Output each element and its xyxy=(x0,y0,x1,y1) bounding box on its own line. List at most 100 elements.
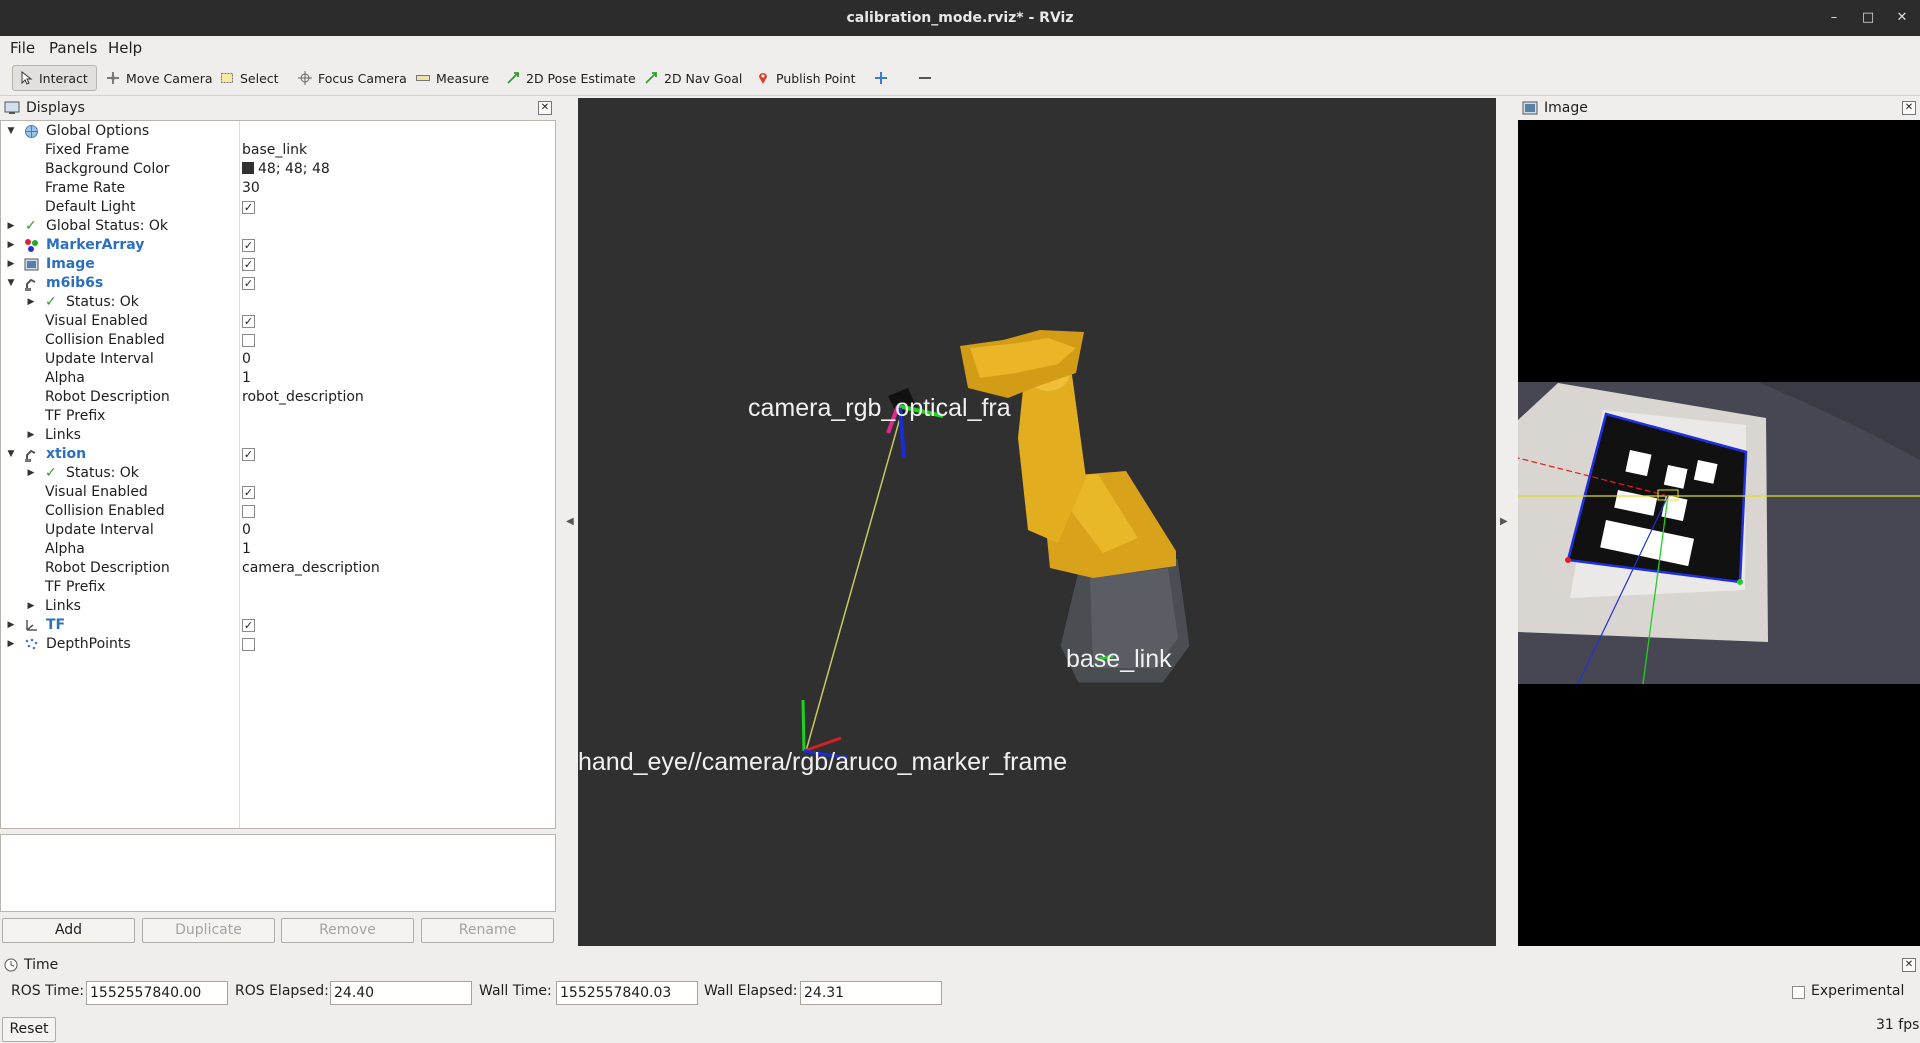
expand-arrow-icon[interactable]: ▶ xyxy=(6,236,16,255)
pose-estimate-tool[interactable]: 2D Pose Estimate xyxy=(500,65,644,91)
tree-item-robot2-collision[interactable]: Collision Enabled xyxy=(1,502,555,521)
add-tool-button[interactable] xyxy=(868,65,896,91)
measure-tool[interactable]: Measure xyxy=(410,65,497,91)
robot-m6ib6s-checkbox[interactable]: ✓ xyxy=(242,277,255,290)
close-panel-icon[interactable]: ✕ xyxy=(1902,958,1916,972)
tree-item-robot-xtion[interactable]: ▼ xtion ✓ xyxy=(1,445,555,464)
tree-item-tf[interactable]: ▶ TF ✓ xyxy=(1,616,555,635)
expand-arrow-icon[interactable]: ▶ xyxy=(26,426,36,445)
tree-item-global-options[interactable]: ▼ Global Options xyxy=(1,122,555,141)
nav-goal-tool[interactable]: 2D Nav Goal xyxy=(638,65,750,91)
experimental-checkbox[interactable] xyxy=(1792,986,1805,999)
maximize-icon[interactable]: □ xyxy=(1852,0,1884,36)
ros-time-field[interactable]: 1552557840.00 xyxy=(86,981,228,1005)
update-interval-value[interactable]: 0 xyxy=(242,350,251,369)
tree-item-robot-m6ib6s[interactable]: ▼ m6ib6s ✓ xyxy=(1,274,555,293)
marker-array-icon xyxy=(25,239,38,252)
alpha-value[interactable]: 1 xyxy=(242,540,251,559)
close-panel-icon[interactable]: ✕ xyxy=(1902,101,1916,115)
minimize-icon[interactable]: – xyxy=(1818,0,1850,36)
default-light-checkbox[interactable]: ✓ xyxy=(242,201,255,214)
expand-arrow-icon[interactable]: ▼ xyxy=(6,274,16,293)
menu-file[interactable]: File xyxy=(10,39,35,57)
remove-button[interactable]: Remove xyxy=(281,918,414,943)
tree-item-robot1-alpha[interactable]: Alpha 1 xyxy=(1,369,555,388)
expand-arrow-icon[interactable]: ▶ xyxy=(6,255,16,274)
collision-enabled-checkbox[interactable] xyxy=(242,334,255,347)
collision-enabled-checkbox[interactable] xyxy=(242,505,255,518)
collapse-right-icon[interactable]: ▶ xyxy=(1500,516,1508,527)
expand-arrow-icon[interactable]: ▶ xyxy=(26,293,36,312)
menu-panels[interactable]: Panels xyxy=(49,39,97,57)
tree-item-marker-array[interactable]: ▶ MarkerArray ✓ xyxy=(1,236,555,255)
menu-help[interactable]: Help xyxy=(108,39,142,57)
collapse-left-icon[interactable]: ◀ xyxy=(566,516,574,527)
duplicate-button[interactable]: Duplicate xyxy=(142,918,275,943)
tree-item-robot2-update-interval[interactable]: Update Interval 0 xyxy=(1,521,555,540)
tree-item-robot1-links[interactable]: ▶ Links xyxy=(1,426,555,445)
tree-item-robot2-tf-prefix[interactable]: TF Prefix xyxy=(1,578,555,597)
tree-item-robot1-status[interactable]: ▶ ✓ Status: Ok xyxy=(1,293,555,312)
add-button[interactable]: Add xyxy=(2,918,135,943)
background-color-value[interactable]: 48; 48; 48 xyxy=(242,160,330,179)
fixed-frame-value[interactable]: base_link xyxy=(242,141,307,160)
tf-checkbox[interactable]: ✓ xyxy=(242,619,255,632)
interact-tool[interactable]: Interact xyxy=(12,65,97,91)
close-icon[interactable]: ✕ xyxy=(1886,0,1918,36)
tree-item-fixed-frame[interactable]: Fixed Frame base_link xyxy=(1,141,555,160)
expand-arrow-icon[interactable]: ▶ xyxy=(26,464,36,483)
minus-icon xyxy=(919,77,931,79)
tree-item-robot1-visual[interactable]: Visual Enabled ✓ xyxy=(1,312,555,331)
robot-xtion-checkbox[interactable]: ✓ xyxy=(242,448,255,461)
3d-view[interactable]: camera_rgb_optical_fra base_link hand_ey… xyxy=(578,98,1496,946)
reset-button[interactable]: Reset xyxy=(2,1017,56,1042)
expand-arrow-icon[interactable]: ▼ xyxy=(6,122,16,141)
tree-item-robot1-description[interactable]: Robot Description robot_description xyxy=(1,388,555,407)
tree-item-frame-rate[interactable]: Frame Rate 30 xyxy=(1,179,555,198)
visual-enabled-checkbox[interactable]: ✓ xyxy=(242,486,255,499)
marker-array-checkbox[interactable]: ✓ xyxy=(242,239,255,252)
expand-arrow-icon[interactable]: ▶ xyxy=(6,217,16,236)
robot-xtion-label: xtion xyxy=(46,446,87,462)
tree-item-robot2-visual[interactable]: Visual Enabled ✓ xyxy=(1,483,555,502)
expand-arrow-icon[interactable]: ▶ xyxy=(6,635,16,654)
wall-elapsed-field[interactable]: 24.31 xyxy=(800,981,942,1005)
alpha-value[interactable]: 1 xyxy=(242,369,251,388)
visual-enabled-checkbox[interactable]: ✓ xyxy=(242,315,255,328)
robot-description-value[interactable]: robot_description xyxy=(242,388,364,407)
tree-item-image[interactable]: ▶ Image ✓ xyxy=(1,255,555,274)
image-checkbox[interactable]: ✓ xyxy=(242,258,255,271)
robot-description-value[interactable]: camera_description xyxy=(242,559,380,578)
rename-button[interactable]: Rename xyxy=(421,918,554,943)
frame-rate-value[interactable]: 30 xyxy=(242,179,260,198)
remove-tool-button[interactable] xyxy=(912,65,940,91)
camera-image-view[interactable] xyxy=(1518,120,1920,946)
move-camera-tool[interactable]: Move Camera xyxy=(100,65,221,91)
map-pin-icon xyxy=(759,73,767,84)
tree-item-robot2-alpha[interactable]: Alpha 1 xyxy=(1,540,555,559)
tree-item-robot1-tf-prefix[interactable]: TF Prefix xyxy=(1,407,555,426)
close-panel-icon[interactable]: ✕ xyxy=(538,101,552,115)
tree-item-depth-points[interactable]: ▶ DepthPoints xyxy=(1,635,555,654)
tree-item-background-color[interactable]: Background Color 48; 48; 48 xyxy=(1,160,555,179)
expand-arrow-icon[interactable]: ▼ xyxy=(6,445,16,464)
select-tool[interactable]: Select xyxy=(214,65,287,91)
window-title: calibration_mode.rviz* - RViz xyxy=(846,10,1074,26)
tree-item-global-status[interactable]: ▶ ✓ Global Status: Ok xyxy=(1,217,555,236)
tree-item-default-light[interactable]: Default Light ✓ xyxy=(1,198,555,217)
tree-item-robot1-update-interval[interactable]: Update Interval 0 xyxy=(1,350,555,369)
wall-time-field[interactable]: 1552557840.03 xyxy=(556,981,698,1005)
tree-item-robot2-status[interactable]: ▶ ✓ Status: Ok xyxy=(1,464,555,483)
update-interval-value[interactable]: 0 xyxy=(242,521,251,540)
expand-arrow-icon[interactable]: ▶ xyxy=(6,616,16,635)
publish-point-tool[interactable]: Publish Point xyxy=(750,65,864,91)
ros-elapsed-field[interactable]: 24.40 xyxy=(330,981,472,1005)
depth-points-checkbox[interactable] xyxy=(242,638,255,651)
tree-item-robot2-links[interactable]: ▶ Links xyxy=(1,597,555,616)
tree-item-robot2-description[interactable]: Robot Description camera_description xyxy=(1,559,555,578)
fixed-frame-label: Fixed Frame xyxy=(45,142,130,158)
focus-camera-tool[interactable]: Focus Camera xyxy=(292,65,415,91)
visual-enabled-label: Visual Enabled xyxy=(45,484,148,500)
expand-arrow-icon[interactable]: ▶ xyxy=(26,597,36,616)
tree-item-robot1-collision[interactable]: Collision Enabled xyxy=(1,331,555,350)
